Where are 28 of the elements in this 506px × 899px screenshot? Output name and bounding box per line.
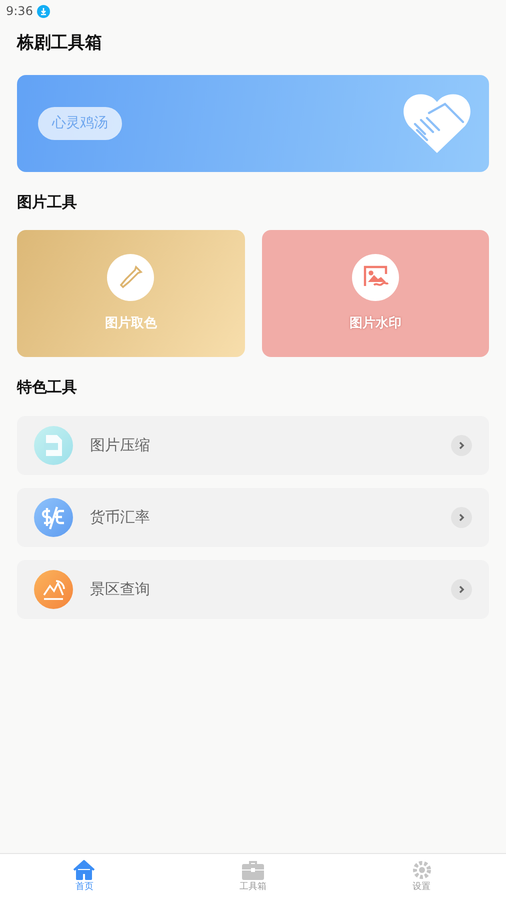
handshake-heart-icon <box>401 92 473 154</box>
tab[interactable]: 工具箱 <box>168 854 338 899</box>
currency-icon <box>34 498 73 536</box>
tab[interactable]: 设置 <box>337 854 506 899</box>
tool-label: 图片取色 <box>104 314 157 333</box>
chevron-right-icon <box>451 578 472 600</box>
chevron-right-icon <box>451 434 472 456</box>
chevron-right-icon <box>451 506 472 528</box>
tool-list-item[interactable]: 货币汇率 <box>17 488 489 546</box>
tag-pill: 心灵鸡汤 <box>38 106 122 140</box>
eyedropper-icon <box>118 264 144 290</box>
settings-icon <box>410 860 433 880</box>
download-icon <box>36 4 50 18</box>
png-file-icon <box>34 426 73 464</box>
home-icon <box>73 860 96 880</box>
banner[interactable]: 心灵鸡汤 <box>17 74 489 172</box>
tool-list-item[interactable]: 景区查询 <box>17 560 489 618</box>
section-heading: 特色工具 <box>17 377 78 398</box>
briefcase-icon <box>242 860 264 880</box>
tool-list-item[interactable]: 图片压缩 <box>17 416 489 474</box>
tool-label: 图片水印 <box>349 314 402 333</box>
tool-card[interactable]: 图片取色 <box>17 230 244 357</box>
section-heading: 图片工具 <box>17 192 78 212</box>
tab[interactable]: 首页 <box>0 854 169 899</box>
tool-card[interactable]: 图片水印 <box>262 230 489 357</box>
status-time: 9:36 <box>6 3 33 20</box>
app-title: 栋剧工具箱 <box>17 32 103 55</box>
mountain-icon <box>34 570 73 608</box>
